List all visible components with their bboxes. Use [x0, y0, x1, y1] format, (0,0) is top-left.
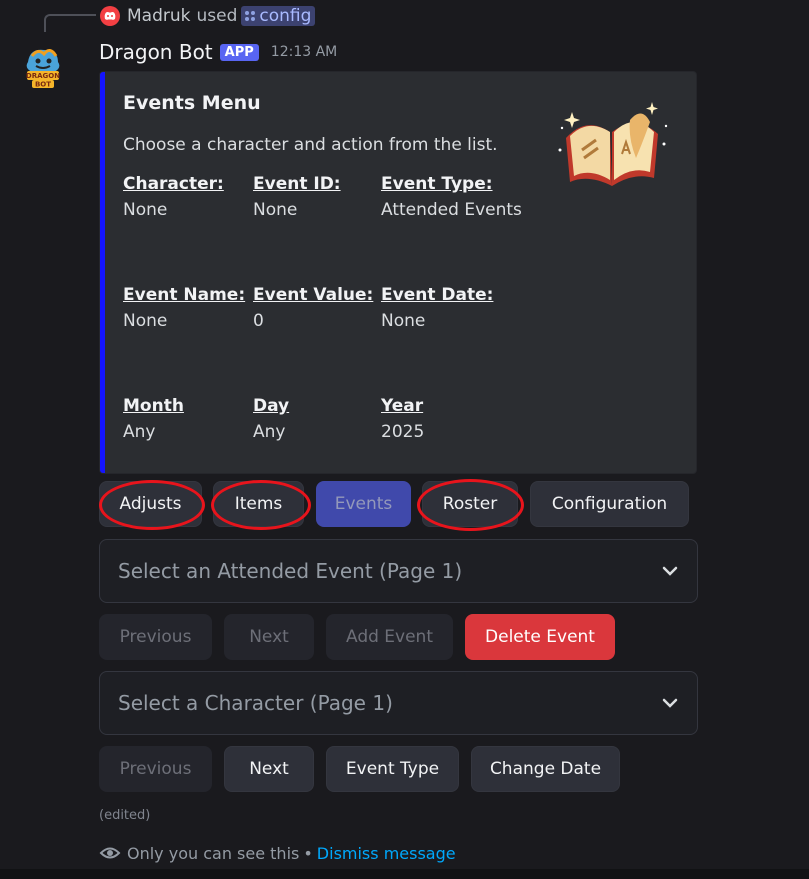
field-month: Month Any [123, 396, 184, 442]
field-value: None [123, 311, 168, 331]
event-select-dropdown[interactable]: Select an Attended Event (Page 1) [99, 539, 698, 603]
change-date-button[interactable]: Change Date [471, 746, 620, 792]
field-value: None [123, 200, 168, 220]
message-timestamp: 12:13 AM [270, 44, 338, 60]
nav-button-row: Adjusts Items Events Roster Configuratio… [99, 481, 699, 529]
field-name: Year [381, 396, 424, 416]
field-value: 2025 [381, 422, 425, 442]
character-select-dropdown[interactable]: Select a Character (Page 1) [99, 671, 698, 735]
character-select-placeholder: Select a Character (Page 1) [118, 691, 393, 715]
open-spellbook-icon [552, 98, 672, 194]
field-year: Year 2025 [381, 396, 424, 442]
eye-icon [99, 847, 121, 859]
field-name: Event Value: [253, 285, 374, 305]
delete-event-button[interactable]: Delete Event [465, 614, 615, 660]
field-day: Day Any [253, 396, 289, 442]
message-header: Dragon Bot APP 12:13 AM [99, 38, 337, 66]
field-name: Month [123, 396, 184, 416]
events-button[interactable]: Events [316, 481, 411, 527]
discord-icon [100, 6, 120, 26]
bot-avatar[interactable]: DRAGON BOT [18, 42, 68, 92]
embed-title: Events Menu [123, 92, 261, 114]
event-type-button[interactable]: Event Type [326, 746, 459, 792]
field-event-date: Event Date: None [381, 285, 493, 331]
field-name: Day [253, 396, 290, 416]
field-event-type: Event Type: Attended Events [381, 174, 522, 220]
reply-used-text: used [196, 6, 238, 26]
field-name: Event Name: [123, 285, 246, 305]
field-value: None [253, 200, 298, 220]
character-button-row: Previous Next Event Type Change Date [99, 746, 699, 794]
slash-command-name: config [259, 6, 312, 26]
field-value: Any [123, 422, 156, 442]
event-previous-button[interactable]: Previous [99, 614, 212, 660]
field-event-value: Event Value: 0 [253, 285, 373, 331]
ephemeral-notice: Only you can see this • Dismiss message [99, 842, 456, 864]
field-value: Any [253, 422, 286, 442]
bot-name[interactable]: Dragon Bot [99, 40, 213, 64]
embed-accent-bar [100, 72, 105, 473]
event-select-placeholder: Select an Attended Event (Page 1) [118, 559, 463, 583]
slash-command-icon [245, 11, 256, 21]
field-name: Character: [123, 174, 224, 194]
configuration-button[interactable]: Configuration [530, 481, 689, 527]
chevron-down-icon [662, 698, 678, 708]
svg-text:DRAGON: DRAGON [26, 72, 60, 80]
field-character: Character: None [123, 174, 224, 220]
ephemeral-separator: • [303, 843, 313, 863]
field-event-name: Event Name: None [123, 285, 245, 331]
character-previous-button[interactable]: Previous [99, 746, 212, 792]
event-button-row: Previous Next Add Event Delete Event [99, 614, 699, 662]
chevron-down-icon [662, 566, 678, 576]
reply-connector [44, 14, 96, 32]
roster-button[interactable]: Roster [422, 481, 518, 527]
reply-username[interactable]: Madruk [127, 6, 190, 26]
app-badge: APP [219, 43, 259, 61]
field-value: None [381, 311, 426, 331]
field-name: Event ID: [253, 174, 341, 194]
svg-text:BOT: BOT [35, 81, 51, 89]
dismiss-message-link[interactable]: Dismiss message [317, 844, 456, 863]
embed-description: Choose a character and action from the l… [123, 135, 498, 155]
slash-command-chip[interactable]: config [241, 6, 316, 26]
event-next-button[interactable]: Next [224, 614, 314, 660]
adjusts-button[interactable]: Adjusts [99, 481, 202, 527]
ephemeral-text: Only you can see this [127, 843, 300, 863]
field-value: 0 [253, 311, 264, 331]
edited-label: (edited) [99, 808, 151, 823]
command-reply-header: Madruk used config [100, 4, 316, 28]
field-name: Event Date: [381, 285, 494, 305]
bottom-divider [0, 869, 809, 879]
field-name: Event Type: [381, 174, 493, 194]
character-next-button[interactable]: Next [224, 746, 314, 792]
events-menu-embed: Events Menu Choose a character and actio… [99, 71, 697, 474]
add-event-button[interactable]: Add Event [326, 614, 453, 660]
field-value: Attended Events [381, 200, 522, 220]
items-button[interactable]: Items [213, 481, 304, 527]
field-event-id: Event ID: None [253, 174, 341, 220]
